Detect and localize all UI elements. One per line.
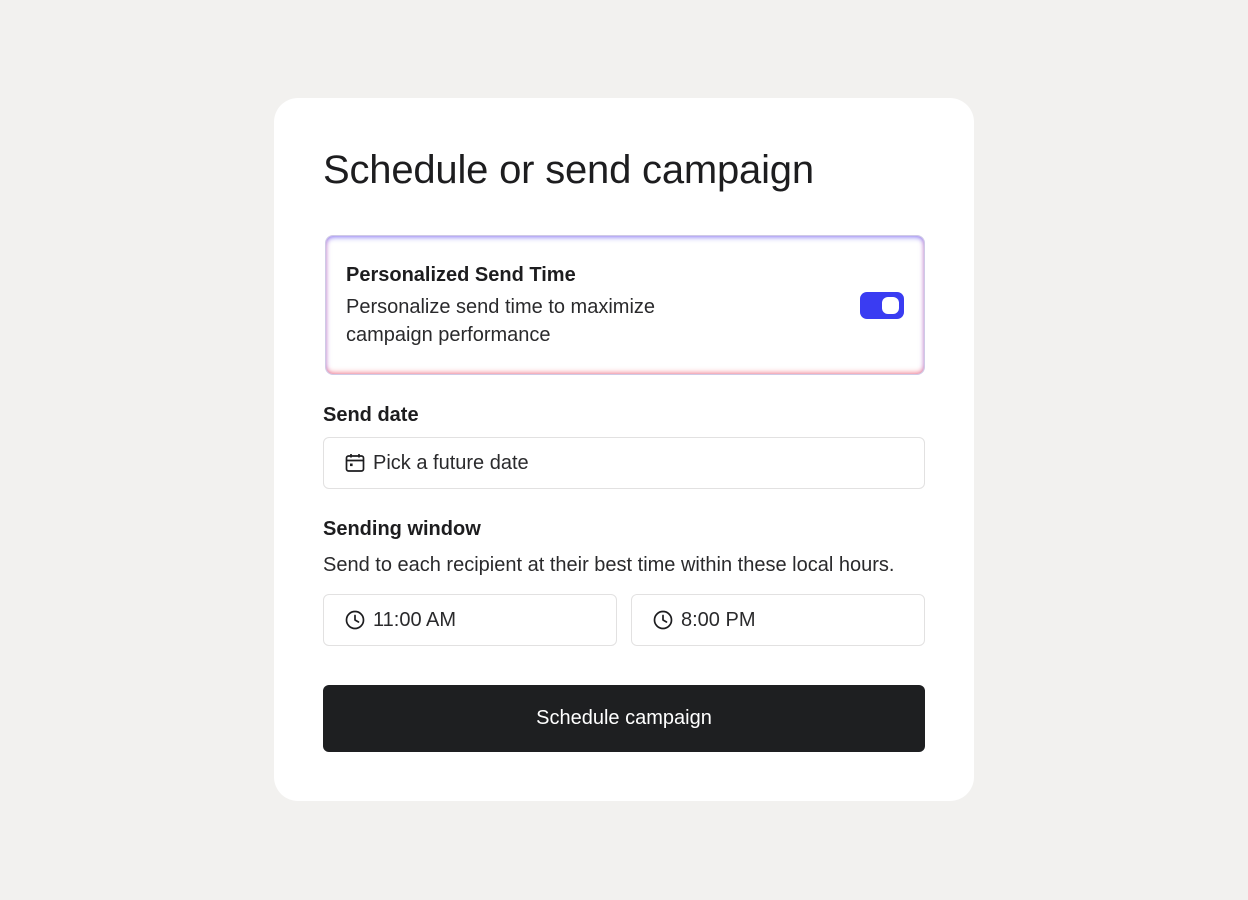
send-date-field[interactable]: Pick a future date — [323, 437, 925, 489]
start-time-field[interactable]: 11:00 AM — [323, 594, 617, 646]
toggle-knob — [882, 297, 899, 314]
dialog-title: Schedule or send campaign — [323, 148, 814, 192]
schedule-campaign-button[interactable]: Schedule campaign — [323, 685, 925, 752]
personalized-send-time-description: Personalize send time to maximize campai… — [346, 296, 656, 346]
end-time-field[interactable]: 8:00 PM — [631, 594, 925, 646]
send-date-placeholder: Pick a future date — [373, 451, 529, 474]
start-time-value: 11:00 AM — [373, 608, 457, 631]
end-time-value: 8:00 PM — [681, 608, 756, 631]
personalized-send-time-toggle[interactable] — [860, 292, 904, 319]
sending-window-label: Sending window — [323, 518, 481, 540]
calendar-icon — [344, 452, 366, 474]
clock-icon — [652, 609, 674, 631]
schedule-dialog: Schedule or send campaign Personalized S… — [274, 98, 974, 801]
sending-window-helper: Send to each recipient at their best tim… — [323, 554, 895, 576]
personalized-send-time-title: Personalized Send Time — [346, 264, 576, 286]
clock-icon — [344, 609, 366, 631]
send-date-label: Send date — [323, 404, 419, 426]
personalized-send-time-panel: Personalized Send Time Personalize send … — [325, 235, 925, 375]
